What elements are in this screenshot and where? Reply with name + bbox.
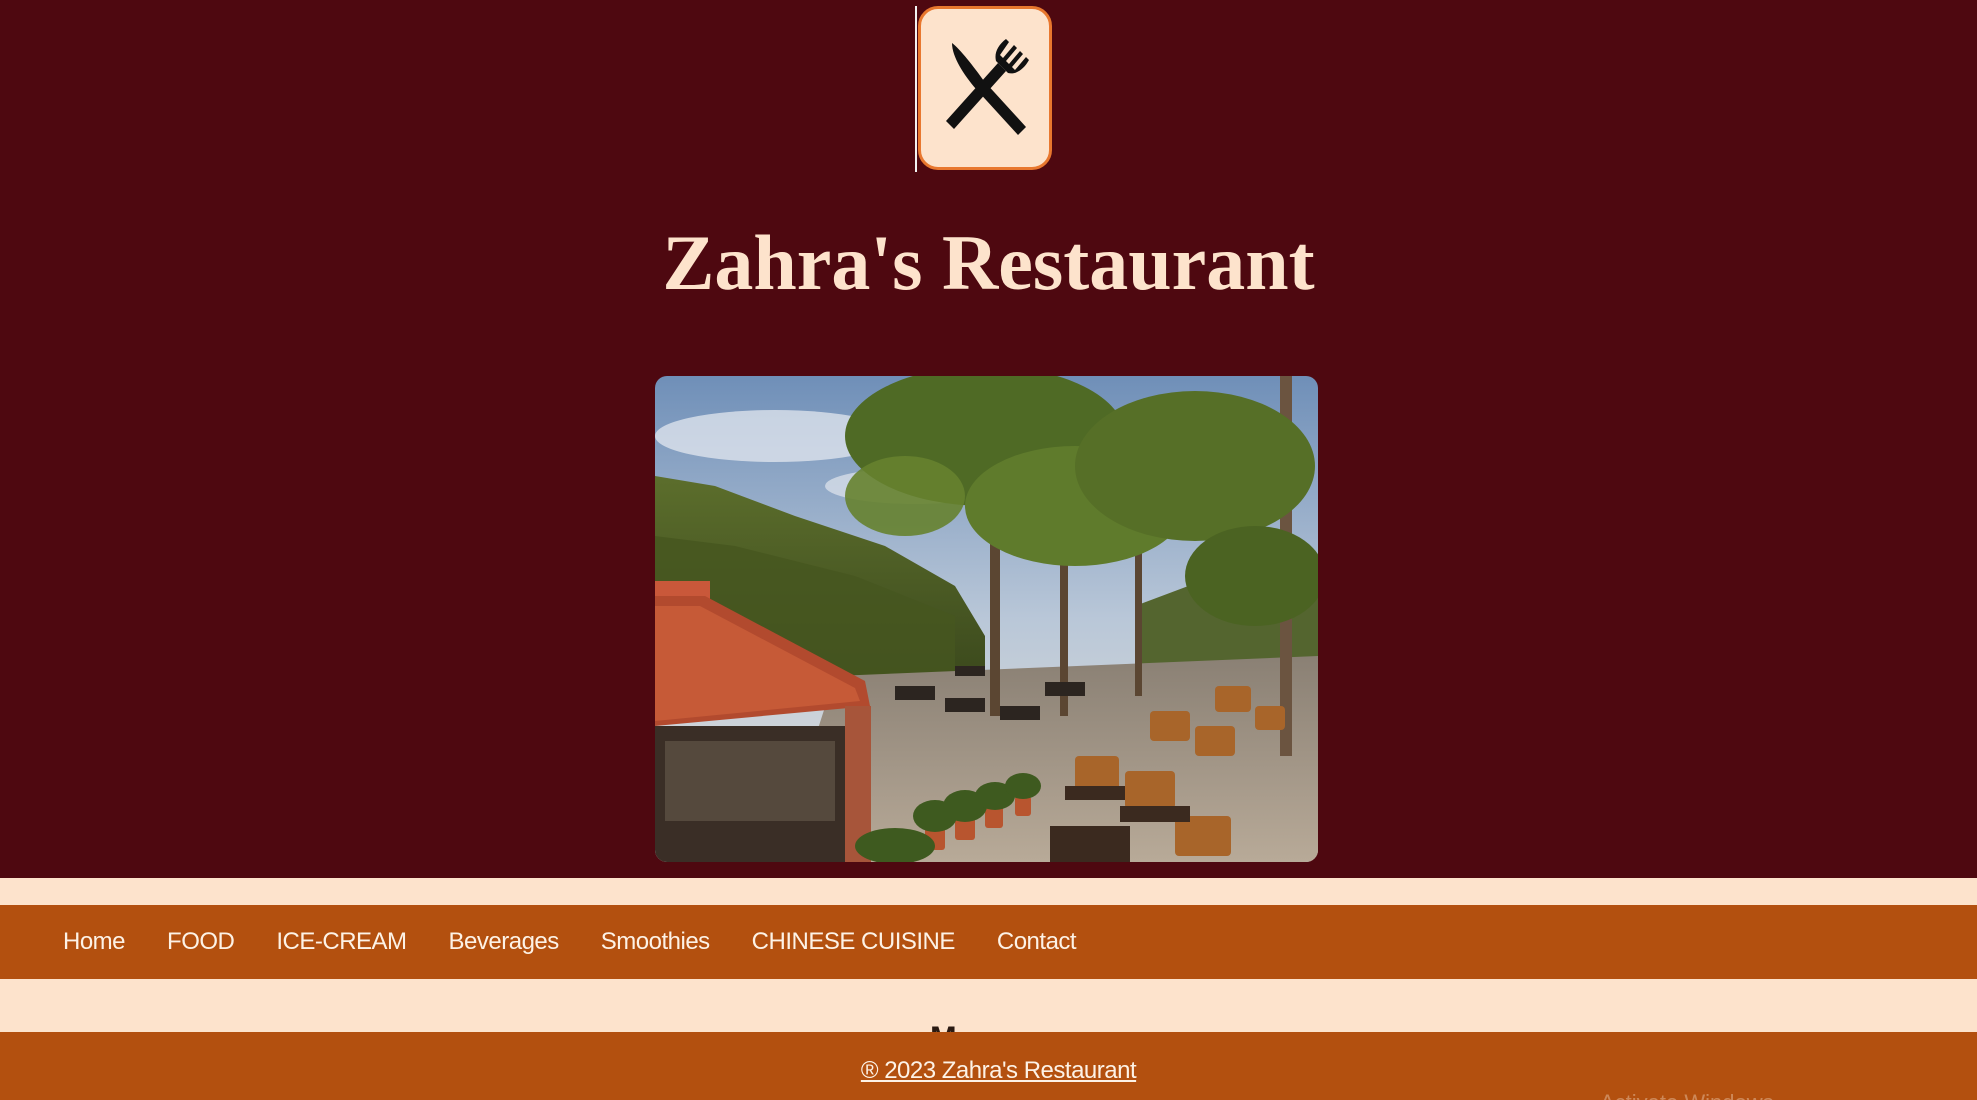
footer-copyright-link[interactable]: ® 2023 Zahra's Restaurant xyxy=(861,1057,1137,1085)
page: Zahra's Restaurant Home FOOD ICE-CREAM B… xyxy=(0,0,1977,1100)
nav-contact[interactable]: Contact xyxy=(997,928,1077,956)
nav-beverages[interactable]: Beverages xyxy=(449,928,560,956)
activate-windows-watermark: Activate Windows xyxy=(1600,1092,1774,1100)
nav-chinese-cuisine[interactable]: CHINESE CUISINE xyxy=(752,928,956,956)
header-band xyxy=(0,878,1977,905)
nav-smoothies[interactable]: Smoothies xyxy=(601,928,710,956)
text-cursor xyxy=(915,6,917,172)
nav-food[interactable]: FOOD xyxy=(167,928,235,956)
restaurant-terrace-photo xyxy=(655,376,1318,862)
content-area xyxy=(0,979,1977,1032)
restaurant-logo[interactable] xyxy=(918,6,1052,170)
nav-ice-cream[interactable]: ICE-CREAM xyxy=(276,928,407,956)
nav-home[interactable]: Home xyxy=(63,928,126,956)
page-title: Zahra's Restaurant xyxy=(662,219,1315,306)
fork-knife-icon xyxy=(940,31,1030,146)
section-heading-peek: M xyxy=(930,1022,970,1032)
main-nav: Home FOOD ICE-CREAM Beverages Smoothies … xyxy=(0,905,1977,979)
hero-section: Zahra's Restaurant xyxy=(0,0,1977,878)
